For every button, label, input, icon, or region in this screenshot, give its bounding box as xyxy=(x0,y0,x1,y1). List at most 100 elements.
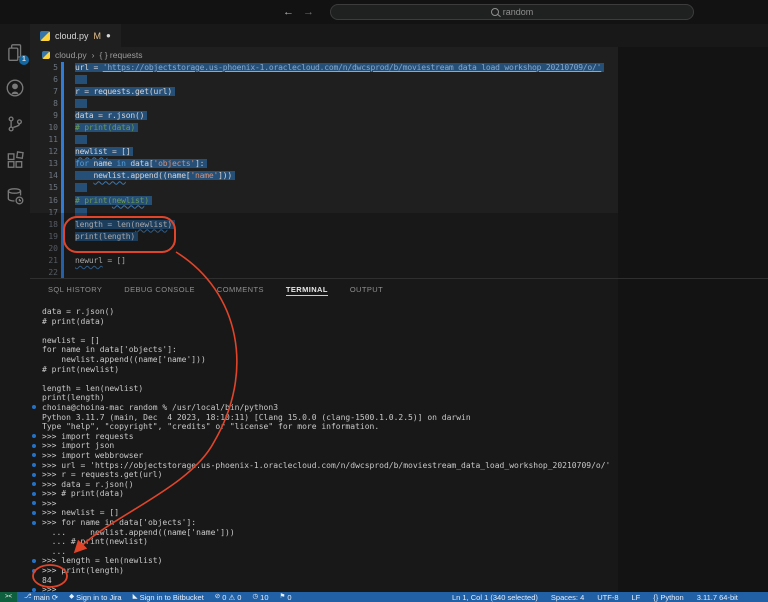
terminal-line[interactable]: >>> data = r.json() xyxy=(30,480,618,490)
forward-arrow-icon[interactable]: → xyxy=(303,3,314,21)
timer-icon: ◷ xyxy=(252,592,258,602)
terminal-line[interactable]: >>> r = requests.get(url) xyxy=(30,470,618,480)
code-editor[interactable]: 5url = 'https://objectstorage.us-phoenix… xyxy=(30,62,618,278)
code-line[interactable]: 12newlist = [] xyxy=(30,146,618,158)
code-line[interactable]: 19print(length) xyxy=(30,231,618,243)
command-marker-icon xyxy=(32,463,36,467)
tab-cloud-py[interactable]: cloud.py M ● xyxy=(30,24,121,47)
source-control-icon[interactable] xyxy=(5,114,25,134)
panel-tab-terminal[interactable]: TERMINAL xyxy=(286,285,328,296)
line-number: 6 xyxy=(30,74,58,86)
jira-signin-icon: ◆ xyxy=(69,592,74,602)
status-language-mode[interactable]: {} Python xyxy=(653,593,683,602)
code-line[interactable]: 21newurl = [] xyxy=(30,255,618,267)
terminal-line[interactable]: >>> # print(data) xyxy=(30,489,618,499)
status-flag-count[interactable]: ⚑0 xyxy=(280,592,292,602)
terminal-line[interactable]: newlist.append((name['name'])) xyxy=(30,355,618,365)
terminal-line[interactable]: # print(newlist) xyxy=(30,365,618,375)
status-indentation[interactable]: Spaces: 4 xyxy=(551,593,584,602)
code-line[interactable]: 20 xyxy=(30,243,618,255)
code-line[interactable]: 5url = 'https://objectstorage.us-phoenix… xyxy=(30,62,618,74)
command-marker-icon xyxy=(32,473,36,477)
code-line[interactable]: 8 xyxy=(30,98,618,110)
flag-count-icon: ⚑ xyxy=(280,592,286,602)
breadcrumb: cloud.py › { } requests xyxy=(30,47,618,62)
status-timer[interactable]: ◷10 xyxy=(252,592,268,602)
terminal-line[interactable]: >>> xyxy=(30,585,618,592)
line-number: 15 xyxy=(30,182,58,194)
status-git-branch[interactable]: ⎇main ⟳ xyxy=(24,592,58,602)
terminal-line[interactable]: >>> print(length) xyxy=(30,566,618,576)
terminal-line[interactable]: 84 xyxy=(30,576,618,586)
terminal-line[interactable] xyxy=(30,374,618,384)
status-cursor-position[interactable]: Ln 1, Col 1 (340 selected) xyxy=(452,593,538,602)
panel-tab-debug-console[interactable]: DEBUG CONSOLE xyxy=(124,285,195,295)
breadcrumb-symbol[interactable]: { } requests xyxy=(100,50,143,60)
terminal-line[interactable]: ... xyxy=(30,547,618,557)
terminal-line[interactable]: # print(data) xyxy=(30,317,618,327)
command-marker-icon xyxy=(32,434,36,438)
panel-tab-comments[interactable]: COMMENTS xyxy=(217,285,264,295)
code-line[interactable]: 6 xyxy=(30,74,618,86)
python-file-icon xyxy=(40,31,50,41)
code-line[interactable]: 22 xyxy=(30,267,618,278)
terminal-line[interactable]: for name in data['objects']: xyxy=(30,345,618,355)
terminal-line[interactable]: data = r.json() xyxy=(30,307,618,317)
terminal-line[interactable]: newlist = [] xyxy=(30,336,618,346)
terminal-line[interactable]: >>> xyxy=(30,499,618,509)
panel-tab-bar: SQL HISTORY DEBUG CONSOLE COMMENTS TERMINAL… xyxy=(30,278,618,301)
command-center-search[interactable]: random xyxy=(330,4,694,20)
terminal-line[interactable]: Type "help", "copyright", "credits" or "… xyxy=(30,422,618,432)
terminal-line[interactable]: >>> length = len(newlist) xyxy=(30,556,618,566)
github-icon[interactable] xyxy=(5,78,25,98)
remote-indicator[interactable]: >< xyxy=(0,592,17,602)
database-icon[interactable] xyxy=(5,186,25,206)
search-text: random xyxy=(503,7,534,17)
status-python-version[interactable]: 3.11.7 64-bit xyxy=(697,593,738,602)
status-bar: >< ⎇main ⟳ ◆Sign in to Jira ◣Sign in to Bi… xyxy=(0,592,768,602)
code-line[interactable]: 17 xyxy=(30,207,618,219)
line-number: 9 xyxy=(30,110,58,122)
line-number: 20 xyxy=(30,243,58,255)
back-arrow-icon[interactable]: ← xyxy=(283,3,294,21)
terminal-line[interactable]: >>> newlist = [] xyxy=(30,508,618,518)
line-number: 11 xyxy=(30,134,58,146)
breadcrumb-separator: › xyxy=(92,50,95,60)
code-line[interactable]: 9data = r.json() xyxy=(30,110,618,122)
code-line[interactable]: 15 xyxy=(30,182,618,194)
terminal-line[interactable]: >>> url = 'https://objectstorage.us-phoe… xyxy=(30,461,618,471)
terminal[interactable]: data = r.json()# print(data) newlist = []… xyxy=(30,301,618,592)
tab-strip: cloud.py M ● xyxy=(30,24,768,47)
unsaved-dot-icon[interactable]: ● xyxy=(106,31,111,40)
terminal-line[interactable]: ... # print(newlist) xyxy=(30,537,618,547)
panel-tab-sql-history[interactable]: SQL HISTORY xyxy=(48,285,102,295)
terminal-line[interactable]: >>> for name in data['objects']: xyxy=(30,518,618,528)
code-line[interactable]: 10# print(data) xyxy=(30,122,618,134)
code-line[interactable]: 11 xyxy=(30,134,618,146)
panel-tab-output[interactable]: OUTPUT xyxy=(350,285,383,295)
breadcrumb-file[interactable]: cloud.py xyxy=(55,50,87,60)
terminal-line[interactable]: ... newlist.append((name['name'])) xyxy=(30,528,618,538)
terminal-line[interactable]: >>> import webbrowser xyxy=(30,451,618,461)
terminal-line[interactable]: >>> import json xyxy=(30,441,618,451)
extensions-icon[interactable] xyxy=(5,150,25,170)
command-marker-icon xyxy=(32,405,36,409)
terminal-line[interactable]: length = len(newlist) xyxy=(30,384,618,394)
terminal-line[interactable] xyxy=(30,326,618,336)
line-number: 21 xyxy=(30,255,58,267)
terminal-line[interactable]: print(length) xyxy=(30,393,618,403)
terminal-line[interactable]: Python 3.11.7 (main, Dec 4 2023, 18:10:1… xyxy=(30,413,618,423)
explorer-icon[interactable]: 1 xyxy=(5,42,25,62)
code-line[interactable]: 18length = len(newlist) xyxy=(30,219,618,231)
code-line[interactable]: 16# print(newlist) xyxy=(30,195,618,207)
status-bitbucket-signin[interactable]: ◣Sign in to Bitbucket xyxy=(133,592,204,602)
status-problems[interactable]: ⊘0 ⚠ 0 xyxy=(215,592,242,602)
code-line[interactable]: 13for name in data['objects']: xyxy=(30,158,618,170)
status-jira-signin[interactable]: ◆Sign in to Jira xyxy=(69,592,121,602)
status-encoding[interactable]: UTF-8 xyxy=(597,593,618,602)
code-line[interactable]: 7r = requests.get(url) xyxy=(30,86,618,98)
terminal-line[interactable]: choina@choina-mac random % /usr/local/bi… xyxy=(30,403,618,413)
status-eol[interactable]: LF xyxy=(632,593,641,602)
terminal-line[interactable]: >>> import requests xyxy=(30,432,618,442)
code-line[interactable]: 14 newlist.append((name['name'])) xyxy=(30,170,618,182)
